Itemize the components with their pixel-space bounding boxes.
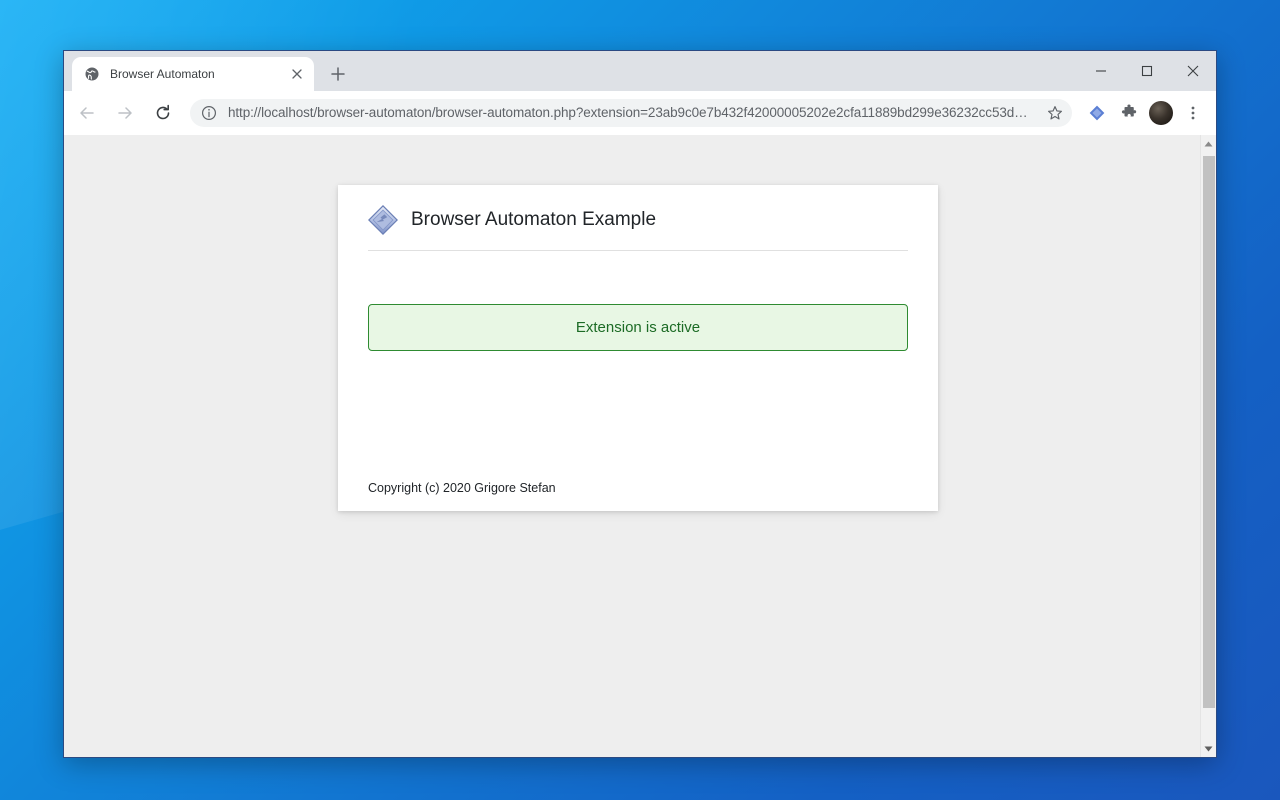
three-dot-menu-icon[interactable]: [1178, 98, 1208, 128]
diamond-logo-icon: [368, 205, 398, 235]
example-card: Browser Automaton Example Extension is a…: [338, 185, 938, 511]
maximize-icon[interactable]: [1124, 55, 1170, 87]
new-tab-button[interactable]: [324, 60, 352, 88]
page-content: Browser Automaton Example Extension is a…: [64, 135, 1200, 757]
star-icon[interactable]: [1042, 100, 1068, 126]
diamond-extension-icon[interactable]: [1082, 98, 1112, 128]
browser-viewport: Browser Automaton Example Extension is a…: [64, 135, 1216, 757]
close-window-icon[interactable]: [1170, 55, 1216, 87]
vertical-scrollbar[interactable]: [1200, 135, 1216, 757]
copyright-text: Copyright (c) 2020 Grigore Stefan: [368, 481, 556, 495]
forward-arrow-icon[interactable]: [108, 96, 142, 130]
back-arrow-icon[interactable]: [70, 96, 104, 130]
card-header: Browser Automaton Example: [368, 185, 908, 251]
avatar[interactable]: [1146, 98, 1176, 128]
scrollbar-thumb[interactable]: [1203, 156, 1215, 708]
status-text: Extension is active: [576, 319, 700, 336]
avatar-image: [1149, 101, 1173, 125]
scrollbar-track[interactable]: [1201, 152, 1217, 740]
desktop-background: Browser Automaton: [0, 0, 1280, 800]
puzzle-piece-icon[interactable]: [1114, 98, 1144, 128]
close-icon[interactable]: [288, 65, 306, 83]
status-badge: Extension is active: [368, 304, 908, 351]
browser-tab[interactable]: Browser Automaton: [72, 57, 314, 91]
scroll-up-icon[interactable]: [1201, 135, 1217, 152]
globe-icon: [84, 66, 100, 82]
minimize-icon[interactable]: [1078, 55, 1124, 87]
scroll-down-icon[interactable]: [1201, 740, 1217, 757]
window-controls: [1078, 51, 1216, 91]
url-text: http://localhost/browser-automaton/brows…: [228, 105, 1042, 120]
reload-icon[interactable]: [146, 96, 180, 130]
info-icon[interactable]: [200, 104, 218, 122]
tab-title: Browser Automaton: [110, 66, 288, 82]
tab-strip: Browser Automaton: [64, 51, 1216, 91]
browser-toolbar: http://localhost/browser-automaton/brows…: [64, 91, 1216, 135]
browser-window: Browser Automaton: [63, 50, 1217, 758]
page-title: Browser Automaton Example: [411, 208, 656, 232]
address-bar[interactable]: http://localhost/browser-automaton/brows…: [190, 99, 1072, 127]
